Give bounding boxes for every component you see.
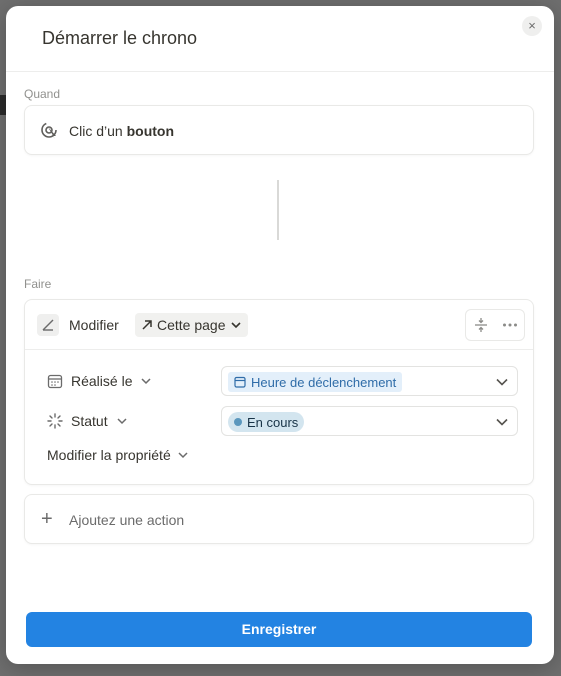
compress-icon[interactable] bbox=[472, 316, 490, 334]
plus-icon: + bbox=[41, 508, 53, 530]
chevron-down-icon bbox=[178, 452, 188, 459]
chevron-down-icon bbox=[496, 418, 508, 426]
status-badge-label: En cours bbox=[247, 414, 299, 430]
trigger-emphasis: bouton bbox=[126, 123, 175, 139]
trigger-section-label: Quand bbox=[24, 87, 61, 101]
arrow-up-right-icon bbox=[142, 320, 152, 330]
loading-status-icon bbox=[47, 413, 63, 429]
action-verb: Modifier bbox=[69, 317, 119, 333]
calendar-icon bbox=[234, 376, 246, 388]
target-page-label: Cette page bbox=[157, 317, 226, 333]
action-section-label: Faire bbox=[24, 277, 52, 291]
action-header: Modifier Cette page bbox=[25, 300, 533, 350]
property-name-label: Réalisé le bbox=[71, 373, 133, 389]
trigger-text: Clic d’un bouton bbox=[69, 123, 174, 139]
chevron-down-icon bbox=[230, 322, 241, 329]
property-name-label: Statut bbox=[71, 413, 108, 429]
property-name-date[interactable]: Réalisé le bbox=[47, 373, 152, 389]
value-chip: Heure de déclenchement bbox=[228, 372, 403, 392]
chevron-down-icon bbox=[117, 418, 127, 425]
more-icon[interactable] bbox=[501, 316, 519, 334]
action-card: Modifier Cette page Réalisé le Heure de … bbox=[24, 299, 534, 485]
edit-icon bbox=[37, 314, 59, 336]
close-button[interactable]: × bbox=[522, 16, 542, 36]
chevron-down-icon bbox=[141, 378, 152, 385]
target-page-dropdown[interactable]: Cette page bbox=[135, 313, 248, 337]
property-row-date: Réalisé le Heure de déclenchement bbox=[25, 366, 533, 398]
property-row-status: Statut En cours bbox=[25, 406, 533, 438]
calendar-icon bbox=[47, 374, 63, 389]
action-tools bbox=[465, 309, 525, 341]
property-value-status-select[interactable]: En cours bbox=[221, 406, 518, 436]
modal-header: Démarrer le chrono × bbox=[6, 6, 554, 72]
modify-property-label: Modifier la propriété bbox=[47, 447, 171, 463]
modify-property-button[interactable]: Modifier la propriété bbox=[47, 447, 189, 463]
automation-modal: Démarrer le chrono × Quand Clic d’un bou… bbox=[6, 6, 554, 664]
property-value-date-select[interactable]: Heure de déclenchement bbox=[221, 366, 518, 396]
add-action-label: Ajoutez une action bbox=[69, 512, 185, 528]
trigger-prefix: Clic d’un bbox=[69, 123, 123, 139]
add-action-button[interactable]: + Ajoutez une action bbox=[24, 494, 534, 544]
value-chip-label: Heure de déclenchement bbox=[251, 374, 397, 390]
connector-line bbox=[277, 180, 279, 240]
status-dot bbox=[234, 418, 242, 426]
save-button[interactable]: Enregistrer bbox=[26, 612, 532, 647]
trigger-card[interactable]: Clic d’un bouton bbox=[24, 105, 534, 155]
property-name-status[interactable]: Statut bbox=[47, 413, 128, 429]
chevron-down-icon bbox=[496, 378, 508, 386]
modal-title: Démarrer le chrono bbox=[42, 28, 198, 48]
cursor-click-icon bbox=[41, 122, 57, 139]
status-badge: En cours bbox=[228, 412, 305, 432]
